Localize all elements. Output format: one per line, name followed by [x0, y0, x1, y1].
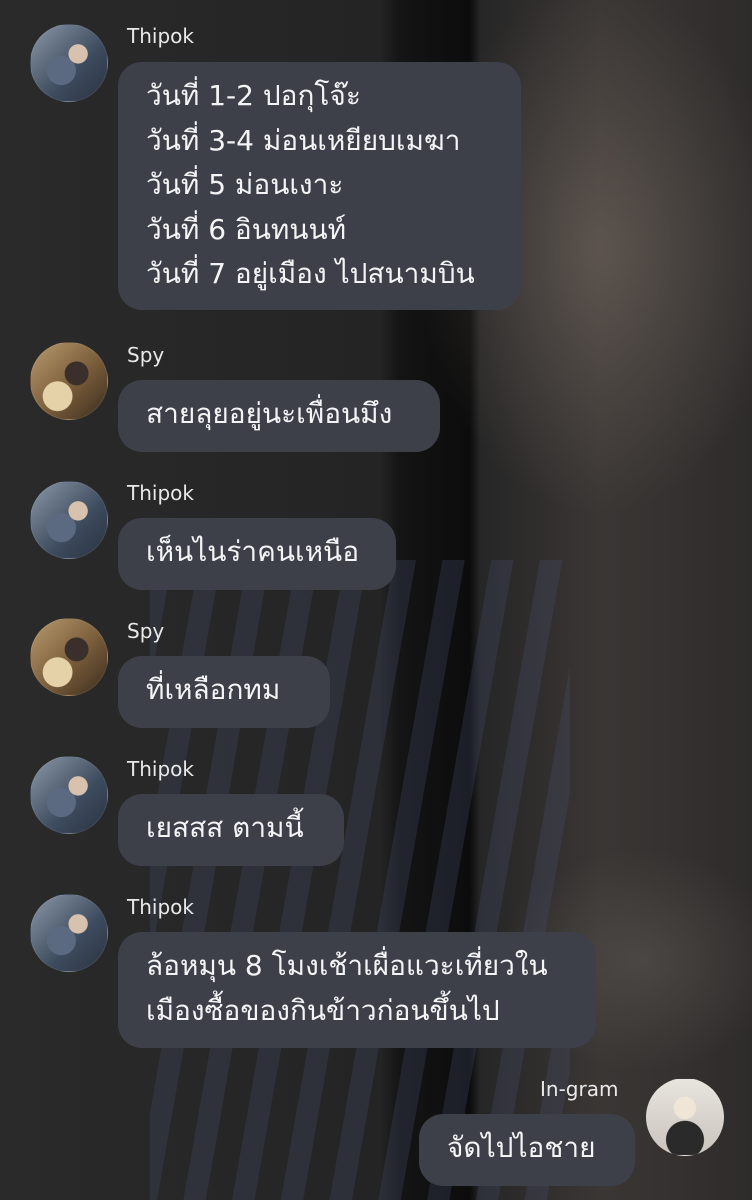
- avatar[interactable]: [646, 1078, 724, 1156]
- message-bubble[interactable]: เยสสส ตามนี้: [118, 794, 344, 866]
- avatar[interactable]: [30, 618, 108, 696]
- sender-name: Thipok: [127, 24, 194, 48]
- message-bubble[interactable]: วันที่ 1-2 ปอกุโจ๊ะ วันที่ 3-4 ม่อนเหยีย…: [118, 62, 521, 310]
- message-bubble[interactable]: จัดไปไอชาย: [419, 1114, 635, 1186]
- sender-name: Spy: [127, 343, 165, 367]
- avatar[interactable]: [30, 24, 108, 102]
- message-bubble[interactable]: ล้อหมุน 8 โมงเช้าเผื่อแวะเที่ยวใน เมืองซ…: [118, 932, 596, 1048]
- sender-name: Thipok: [127, 481, 194, 505]
- avatar[interactable]: [30, 756, 108, 834]
- avatar[interactable]: [30, 894, 108, 972]
- avatar[interactable]: [30, 481, 108, 559]
- sender-name: Spy: [127, 619, 165, 643]
- sender-name: In-gram: [540, 1077, 619, 1101]
- message-bubble[interactable]: สายลุยอยู่นะเพื่อนมึง: [118, 380, 440, 452]
- message-bubble[interactable]: ที่เหลือกทม: [118, 656, 330, 728]
- message-bubble[interactable]: เห็นไนร่าคนเหนือ: [118, 518, 396, 590]
- sender-name: Thipok: [127, 757, 194, 781]
- sender-name: Thipok: [127, 895, 194, 919]
- avatar[interactable]: [30, 342, 108, 420]
